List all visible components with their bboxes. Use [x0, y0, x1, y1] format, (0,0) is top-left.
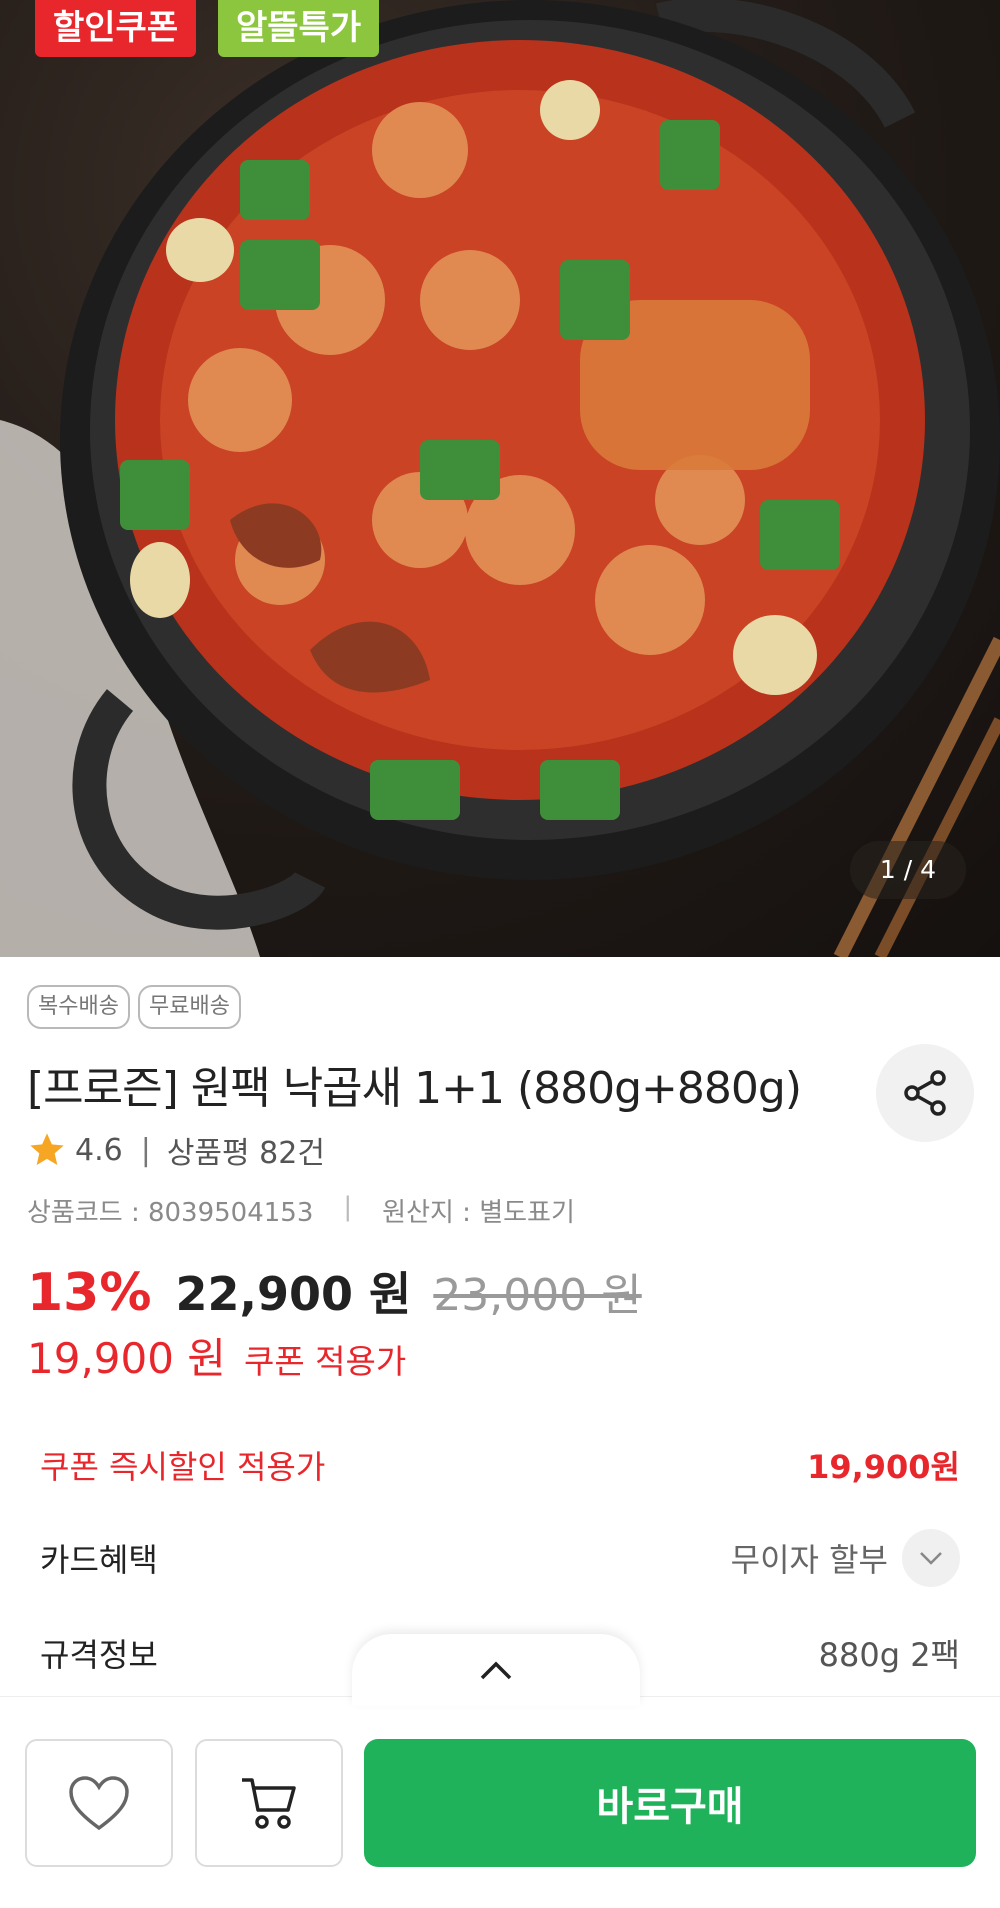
price-row: 13% 22,900 원 23,000 원 — [27, 1258, 642, 1324]
buy-now-button[interactable]: 바로구매 — [364, 1739, 976, 1867]
card-benefit-row[interactable]: 카드혜택 무이자 할부 — [40, 1528, 960, 1588]
coupon-price-label: 쿠폰 적용가 — [243, 1342, 407, 1381]
card-benefit-expand-button[interactable] — [902, 1529, 960, 1587]
product-title: [프로즌] 원팩 낙곱새 1+1 (880g+880g) — [27, 1063, 802, 1114]
coupon-badge: 할인쿠폰 — [35, 0, 197, 57]
shipping-tags: 복수배송 무료배송 — [27, 985, 241, 1029]
product-origin: 원산지 : 별도표기 — [382, 1198, 575, 1228]
rating-row[interactable]: 4.6 | 상품평 82건 — [27, 1128, 325, 1172]
meta-divider: | — [343, 1192, 353, 1222]
coupon-price: 19,900 원 — [27, 1334, 226, 1383]
discount-rate: 13% — [27, 1263, 152, 1323]
share-icon — [904, 1070, 946, 1116]
card-benefit-label: 카드혜택 — [40, 1541, 158, 1579]
wishlist-button[interactable] — [25, 1739, 173, 1867]
coupon-instant-value: 19,900원 — [807, 1448, 960, 1486]
product-image[interactable]: 할인쿠폰 알뜰특가 1 / 4 — [0, 0, 1000, 957]
card-benefit-right: 무이자 할부 — [731, 1529, 960, 1587]
share-button[interactable] — [876, 1044, 974, 1142]
star-icon — [30, 1133, 64, 1165]
product-code: 상품코드 : 8039504153 — [27, 1198, 314, 1228]
expand-options-handle[interactable] — [352, 1634, 640, 1706]
tag-multi-delivery: 복수배송 — [27, 985, 130, 1029]
tag-free-delivery: 무료배송 — [137, 985, 241, 1029]
cart-button[interactable] — [195, 1739, 343, 1867]
rating-divider: | — [140, 1132, 151, 1168]
review-count-link[interactable]: 상품평 82건 — [167, 1128, 325, 1172]
heart-icon — [69, 1776, 129, 1831]
coupon-instant-row: 쿠폰 즉시할인 적용가 19,900원 — [40, 1440, 960, 1490]
coupon-price-row: 19,900 원 쿠폰 적용가 — [27, 1325, 406, 1386]
cart-icon — [242, 1778, 296, 1829]
chevron-down-icon — [920, 1552, 942, 1565]
spec-label: 규격정보 — [40, 1636, 158, 1674]
coupon-instant-label: 쿠폰 즉시할인 적용가 — [40, 1448, 326, 1486]
chevron-up-icon — [480, 1661, 512, 1680]
deal-badge: 알뜰특가 — [218, 0, 380, 57]
image-page-indicator: 1 / 4 — [849, 841, 966, 899]
product-photo — [0, 0, 1000, 957]
spec-value: 880g 2팩 — [818, 1636, 960, 1674]
bottom-action-bar: 바로구매 — [0, 1696, 1000, 1908]
product-meta: 상품코드 : 8039504153 | 원산지 : 별도표기 — [27, 1192, 575, 1229]
original-price: 23,000 원 — [433, 1270, 642, 1321]
sale-price: 22,900 원 — [175, 1267, 412, 1321]
rating-value: 4.6 — [75, 1132, 123, 1168]
card-benefit-value: 무이자 할부 — [730, 1541, 888, 1579]
